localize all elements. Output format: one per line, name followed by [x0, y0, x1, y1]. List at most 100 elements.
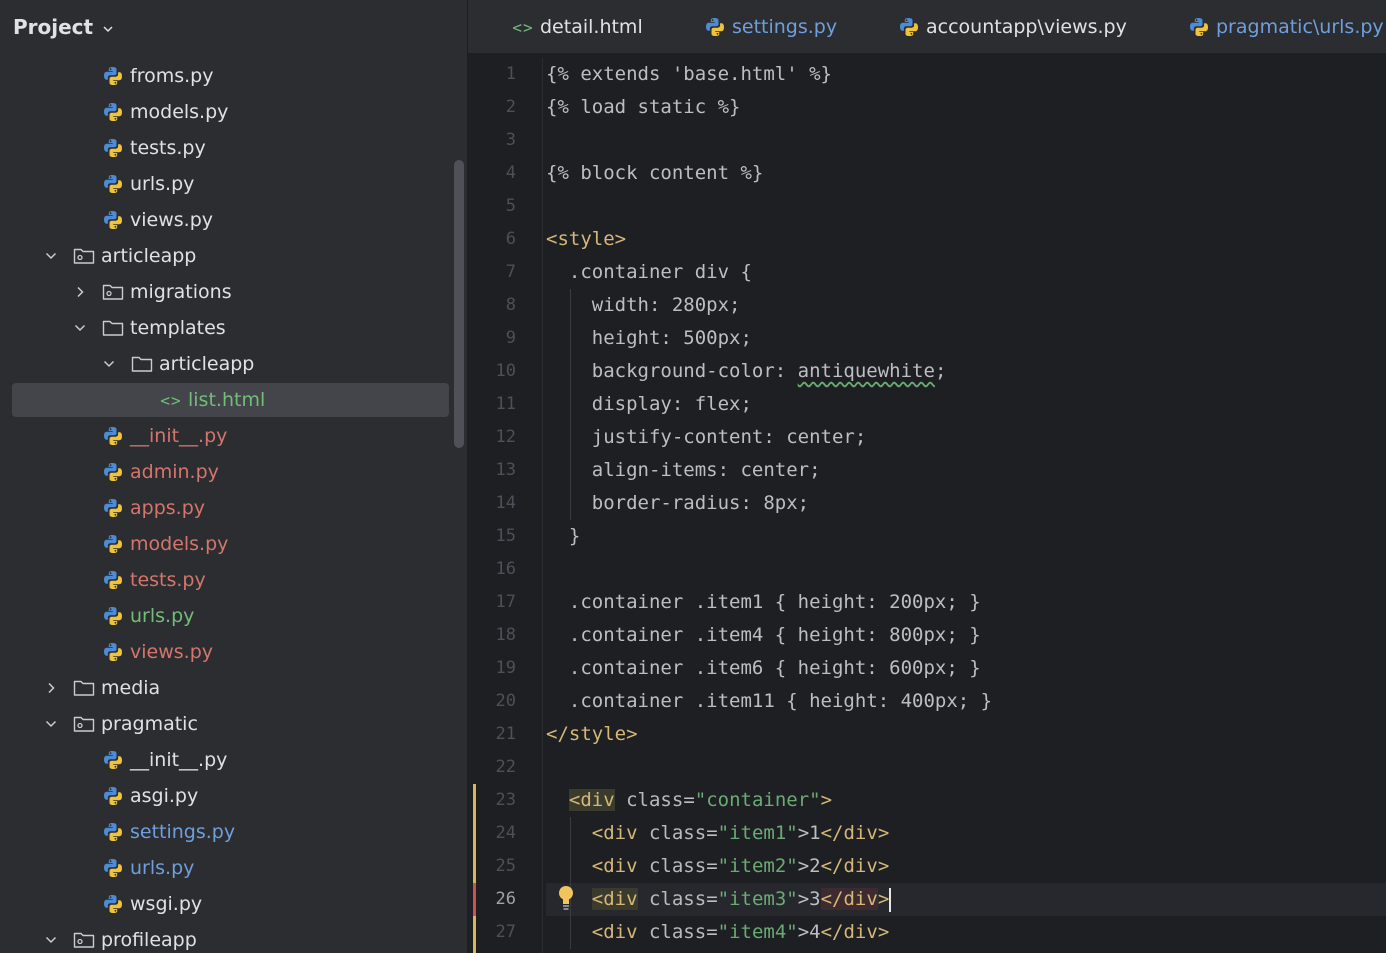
line-number[interactable]: 24 [468, 817, 542, 850]
code-line[interactable]: .container .item11 { height: 400px; } [546, 685, 1386, 718]
lightbulb-intention-icon[interactable] [556, 883, 576, 913]
tree-item[interactable]: media [0, 670, 452, 706]
chevron-down-icon[interactable] [43, 716, 59, 732]
code-line[interactable]: <div class="item1">1</div> [546, 817, 1386, 850]
code-text: align-items: center; [546, 459, 821, 481]
line-number[interactable]: 2 [468, 91, 542, 124]
line-number[interactable]: 25 [468, 850, 542, 883]
line-number[interactable]: 1 [468, 58, 542, 91]
tree-item[interactable]: asgi.py [0, 778, 452, 814]
line-number[interactable]: 21 [468, 718, 542, 751]
line-number[interactable]: 19 [468, 652, 542, 685]
line-number[interactable]: 18 [468, 619, 542, 652]
code-line[interactable]: <div class="container"> [546, 784, 1386, 817]
code-line[interactable]: <div class="item3">3</div> [546, 883, 1386, 916]
tree-item[interactable]: urls.py [0, 166, 452, 202]
tree-item[interactable]: articleapp [0, 346, 452, 382]
line-number[interactable]: 11 [468, 388, 542, 421]
code-line[interactable]: {% load static %} [546, 91, 1386, 124]
tree-item[interactable]: __init__.py [0, 742, 452, 778]
editor-tab[interactable]: pragmatic\urls.py [1188, 0, 1384, 54]
code-line[interactable]: {% extends 'base.html' %} [546, 58, 1386, 91]
code-line[interactable]: height: 500px; [546, 322, 1386, 355]
gutter-divider [542, 58, 543, 953]
chevron-right-icon[interactable] [72, 284, 88, 300]
code-line[interactable]: <style> [546, 223, 1386, 256]
code-line[interactable]: display: flex; [546, 388, 1386, 421]
line-number[interactable]: 10 [468, 355, 542, 388]
chevron-down-icon[interactable] [72, 320, 88, 336]
tree-item[interactable]: views.py [0, 634, 452, 670]
chevron-down-icon[interactable] [43, 932, 59, 948]
line-number[interactable]: 26 [468, 883, 542, 916]
tree-item-selected[interactable]: <> list.html [0, 382, 452, 418]
line-number[interactable]: 8 [468, 289, 542, 322]
line-number[interactable]: 9 [468, 322, 542, 355]
code-line[interactable]: align-items: center; [546, 454, 1386, 487]
editor-tab[interactable]: <> detail.html [512, 0, 642, 54]
tree-item[interactable]: froms.py [0, 58, 452, 94]
tree-item[interactable]: __init__.py [0, 418, 452, 454]
tree-item[interactable]: migrations [0, 274, 452, 310]
code-line[interactable]: <div class="item4">4</div> [546, 916, 1386, 949]
line-number[interactable]: 14 [468, 487, 542, 520]
tree-item[interactable]: models.py [0, 526, 452, 562]
code-line[interactable]: </style> [546, 718, 1386, 751]
editor-tab[interactable]: accountapp\views.py [898, 0, 1127, 54]
tree-item[interactable]: views.py [0, 202, 452, 238]
chevron-down-icon[interactable] [101, 22, 115, 36]
tree-item[interactable]: urls.py [0, 850, 452, 886]
line-number[interactable]: 20 [468, 685, 542, 718]
code-line[interactable]: background-color: antiquewhite; [546, 355, 1386, 388]
editor-tab[interactable]: settings.py [704, 0, 837, 54]
line-number[interactable]: 13 [468, 454, 542, 487]
code-line[interactable] [546, 190, 1386, 223]
tree-item[interactable]: urls.py [0, 598, 452, 634]
project-scrollbar[interactable] [454, 160, 464, 448]
line-number[interactable]: 27 [468, 916, 542, 949]
tree-item[interactable]: tests.py [0, 130, 452, 166]
tree-item[interactable]: pragmatic [0, 706, 452, 742]
line-number-gutter[interactable]: 1 2 3 4 5 6 7 8 9 10 11 12 13 14 15 16 17 18 19 20 21 22 23 24 2… [468, 58, 542, 949]
chevron-down-icon[interactable] [101, 356, 117, 372]
tree-item[interactable]: models.py [0, 94, 452, 130]
line-number[interactable]: 17 [468, 586, 542, 619]
code-line[interactable]: justify-content: center; [546, 421, 1386, 454]
line-number[interactable]: 4 [468, 157, 542, 190]
tree-item[interactable]: settings.py [0, 814, 452, 850]
code-line[interactable]: .container .item6 { height: 600px; } [546, 652, 1386, 685]
code-line[interactable] [546, 124, 1386, 157]
chevron-down-icon[interactable] [43, 248, 59, 264]
tree-item[interactable]: wsgi.py [0, 886, 452, 922]
tree-item[interactable]: admin.py [0, 454, 452, 490]
code-line[interactable]: .container div { [546, 256, 1386, 289]
line-number[interactable]: 3 [468, 124, 542, 157]
code-area[interactable]: {% extends 'base.html' %} {% load static … [546, 58, 1386, 949]
line-number[interactable]: 7 [468, 256, 542, 289]
code-line[interactable]: border-radius: 8px; [546, 487, 1386, 520]
chevron-right-icon[interactable] [43, 680, 59, 696]
code-line[interactable] [546, 751, 1386, 784]
code-line[interactable]: <div class="item2">2</div> [546, 850, 1386, 883]
tree-item[interactable]: apps.py [0, 490, 452, 526]
line-number[interactable]: 12 [468, 421, 542, 454]
tree-item[interactable]: articleapp [0, 238, 452, 274]
line-number[interactable]: 6 [468, 223, 542, 256]
project-header[interactable]: Project [0, 0, 467, 54]
code-line[interactable]: } [546, 520, 1386, 553]
tree-item[interactable]: tests.py [0, 562, 452, 598]
code-line[interactable]: .container .item1 { height: 200px; } [546, 586, 1386, 619]
python-file-icon [102, 101, 124, 123]
line-number[interactable]: 5 [468, 190, 542, 223]
code-line[interactable]: width: 280px; [546, 289, 1386, 322]
line-number[interactable]: 22 [468, 751, 542, 784]
line-number[interactable]: 23 [468, 784, 542, 817]
code-line[interactable] [546, 553, 1386, 586]
line-number[interactable]: 16 [468, 553, 542, 586]
code-line[interactable]: .container .item4 { height: 800px; } [546, 619, 1386, 652]
tree-item[interactable]: templates [0, 310, 452, 346]
tree-item[interactable]: profileapp [0, 922, 452, 953]
line-number[interactable]: 15 [468, 520, 542, 553]
code-line[interactable]: {% block content %} [546, 157, 1386, 190]
tree-item-label: articleapp [159, 353, 255, 375]
